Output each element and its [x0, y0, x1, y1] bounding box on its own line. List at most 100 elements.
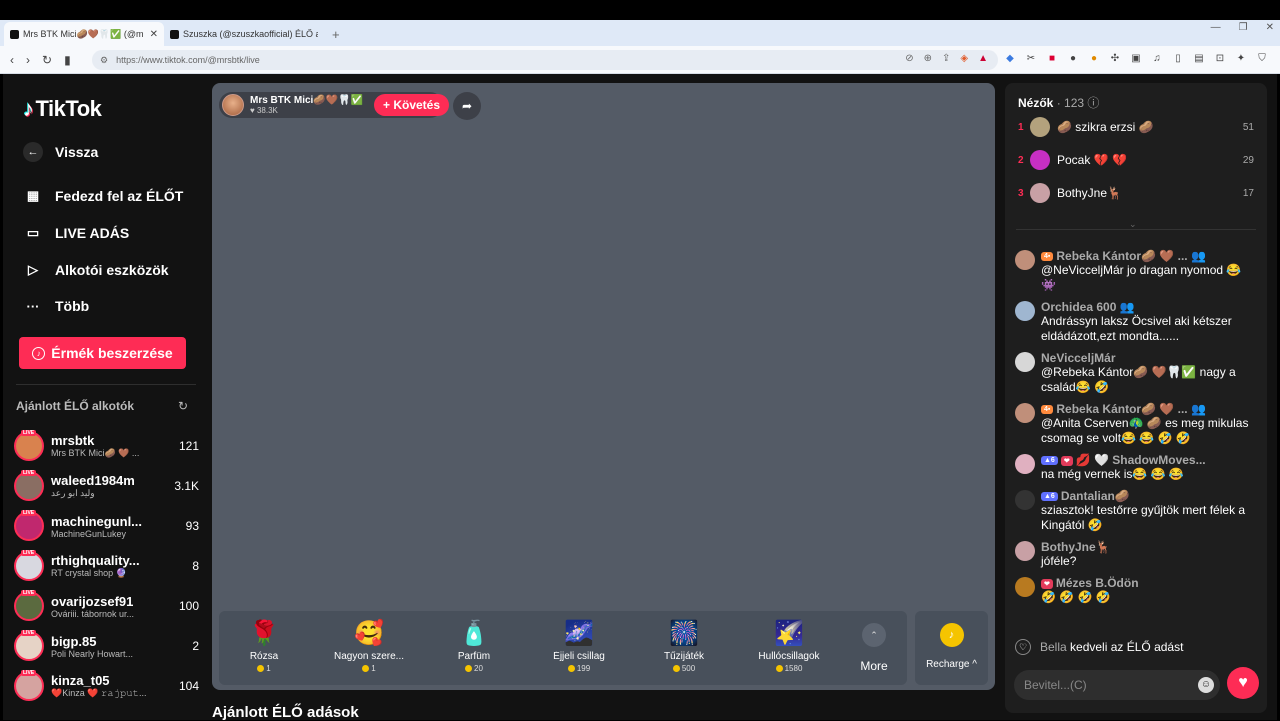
- chat-username[interactable]: ❤ Mézes B.Ödön: [1041, 576, 1259, 590]
- chat-avatar[interactable]: [1015, 541, 1035, 561]
- tiktok-logo[interactable]: ♪ TikTok: [23, 96, 102, 122]
- creator-subtitle: Poli Nearly Howart...: [51, 648, 134, 659]
- zoom-icon[interactable]: ⊕: [924, 53, 932, 64]
- chat-message[interactable]: NeVicceljMár @Rebeka Kántor🥔 🤎🦷✅ nagy a c…: [1015, 351, 1259, 395]
- chat-input[interactable]: Bevitel...(C) ☺: [1014, 670, 1220, 700]
- gift-item[interactable]: 🥰 Nagyon szere... 1: [324, 617, 414, 673]
- emoji-icon[interactable]: ☺: [1198, 677, 1214, 693]
- gift-item[interactable]: 🎆 Tűzijáték 500: [639, 617, 729, 673]
- recommended-creator-item[interactable]: LIVE machinegunl... MachineGunLukey 93: [14, 506, 199, 546]
- shield-icon[interactable]: ◈: [960, 53, 968, 64]
- recommended-creator-item[interactable]: LIVE waleed1984m وليد ابو رعد 3.1K: [14, 466, 199, 506]
- tiktok-page: ♪ TikTok ← Vissza ▦ Fedezd fel az ÉLŐT ▭…: [3, 74, 1277, 721]
- minimize-button[interactable]: —: [1211, 22, 1221, 33]
- nav-more[interactable]: ··· Több: [23, 296, 90, 316]
- forward-arrow-icon[interactable]: ›: [26, 53, 30, 67]
- chat-avatar[interactable]: [1015, 301, 1035, 321]
- extension-icon[interactable]: ✂: [1025, 53, 1037, 64]
- shield-icon[interactable]: ⛉: [1256, 53, 1268, 64]
- chat-avatar[interactable]: [1015, 250, 1035, 270]
- chat-message[interactable]: 4▪ Rebeka Kántor🥔 🤎 ... 👥 @Anita Cserven🦚 …: [1015, 402, 1259, 446]
- chat-message[interactable]: ▲6 ❤ 💋 🤍 ShadowMoves... na még vernek is😂 😂…: [1015, 453, 1259, 482]
- share-icon[interactable]: ⇪: [942, 53, 950, 64]
- browser-tab-active[interactable]: Mrs BTK Mici🥔🤎🦷✅ (@m ✕: [4, 22, 164, 46]
- liker-name[interactable]: Bella: [1040, 640, 1067, 654]
- share-icon[interactable]: ➦: [453, 92, 481, 120]
- info-icon[interactable]: ⓘ: [1087, 96, 1099, 110]
- extension-icon[interactable]: ⊡: [1214, 53, 1226, 64]
- more-gifts-button[interactable]: ⌃ More: [854, 623, 894, 673]
- chat-username[interactable]: 4▪ Rebeka Kántor🥔 🤎 ... 👥: [1041, 249, 1259, 263]
- recommended-creator-item[interactable]: LIVE rthighquality... RT crystal shop 🔮 8: [14, 546, 199, 586]
- extension-icon[interactable]: ●: [1088, 53, 1100, 64]
- host-info[interactable]: Mrs BTK Mici🥔🤎🦷✅ ♥ 38.3K + Követés: [219, 92, 449, 118]
- extension-icon[interactable]: ▣: [1130, 53, 1142, 64]
- recommended-creator-item[interactable]: LIVE mrsbtk Mrs BTK Mici🥔 🤎 ... 121: [14, 426, 199, 466]
- sparkle-icon[interactable]: ✦: [1235, 53, 1247, 64]
- wallet-icon[interactable]: ▤: [1193, 53, 1205, 64]
- top-viewer-row[interactable]: 1 🥔 szikra erzsi 🥔 51: [1018, 115, 1254, 139]
- reload-icon[interactable]: ↻: [42, 53, 52, 67]
- get-coins-button[interactable]: ♪ Érmék beszerzése: [19, 337, 186, 369]
- translate-icon[interactable]: ⊘: [905, 53, 913, 64]
- close-window-button[interactable]: ✕: [1266, 22, 1274, 33]
- chat-message[interactable]: BothyJne🦌 jóféle?: [1015, 540, 1259, 569]
- browser-tab[interactable]: Szuszka (@szuszkaofficial) ÉLŐ adás: [164, 22, 324, 46]
- viewer-name: Pocak 💔 💔: [1057, 153, 1127, 167]
- extension-icon[interactable]: ●: [1067, 53, 1079, 64]
- chat-avatar[interactable]: [1015, 403, 1035, 423]
- gift-item[interactable]: 🌠 Hullócsillagok 1580: [744, 617, 834, 673]
- music-icon[interactable]: ♫: [1151, 53, 1163, 64]
- chat-avatar[interactable]: [1015, 352, 1035, 372]
- top-viewer-row[interactable]: 3 BothyJne🦌 17: [1018, 181, 1254, 205]
- chat-username[interactable]: 4▪ Rebeka Kántor🥔 🤎 ... 👥: [1041, 402, 1259, 416]
- puzzle-icon[interactable]: ✣: [1109, 53, 1121, 64]
- follow-button[interactable]: + Követés: [374, 94, 449, 116]
- viewer-rank: 1: [1018, 121, 1024, 133]
- like-heart-button[interactable]: ♥: [1227, 667, 1259, 699]
- recommended-creator-item[interactable]: LIVE bigp.85 Poli Nearly Howart... 2: [14, 626, 199, 666]
- chat-avatar[interactable]: [1015, 490, 1035, 510]
- chat-username[interactable]: NeVicceljMár: [1041, 351, 1259, 365]
- chat-avatar[interactable]: [1015, 454, 1035, 474]
- recommended-creator-item[interactable]: LIVE kinza_t05 ❤️Kinza ❤️ 𝚛𝚊𝚓𝚙𝚞𝚝... 104: [14, 666, 199, 706]
- recharge-button[interactable]: ♪ Recharge ^: [915, 611, 988, 685]
- site-settings-icon[interactable]: ⚙: [100, 55, 108, 66]
- creator-avatar: LIVE: [14, 590, 44, 621]
- chat-username[interactable]: ▲6 ❤ 💋 🤍 ShadowMoves...: [1041, 453, 1259, 467]
- gift-item[interactable]: 🧴 Parfüm 20: [429, 617, 519, 673]
- chat-message[interactable]: 4▪ Rebeka Kántor🥔 🤎 ... 👥 @NeVicceljMár jo…: [1015, 249, 1259, 293]
- recommended-creator-item[interactable]: LIVE ovarijozsef91 Ováriii. tábornok ur...…: [14, 586, 199, 626]
- gift-price: 20: [429, 664, 519, 673]
- url-text: https://www.tiktok.com/@mrsbtk/live: [116, 55, 260, 65]
- new-tab-button[interactable]: +: [324, 22, 348, 46]
- chat-message[interactable]: ▲6 Dantalian🥔 sziasztok! testőrre gyűjtök …: [1015, 489, 1259, 533]
- nav-go-live[interactable]: ▭ LIVE ADÁS: [23, 223, 129, 243]
- back-button[interactable]: ← Vissza: [23, 142, 98, 162]
- gift-name: Nagyon szere...: [333, 651, 405, 662]
- gift-item[interactable]: 🌹 Rózsa 1: [219, 617, 309, 673]
- chat-username[interactable]: BothyJne🦌: [1041, 540, 1259, 554]
- gift-item[interactable]: 🌌 Éjjeli csillag 199: [534, 617, 624, 673]
- refresh-icon[interactable]: ↻: [178, 399, 188, 413]
- host-avatar[interactable]: [222, 94, 244, 116]
- alert-icon[interactable]: ▲: [978, 53, 988, 64]
- bookmark-icon[interactable]: ▮: [64, 53, 71, 67]
- nav-creator-tools[interactable]: ▷ Alkotói eszközök: [23, 260, 169, 280]
- sidebar-icon[interactable]: ▯: [1172, 53, 1184, 64]
- maximize-button[interactable]: ❐: [1239, 22, 1248, 33]
- chat-username[interactable]: Orchidea 600 👥: [1041, 300, 1259, 314]
- close-tab-icon[interactable]: ✕: [150, 29, 158, 40]
- extension-icon[interactable]: ■: [1046, 53, 1058, 64]
- top-viewer-row[interactable]: 2 Pocak 💔 💔 29: [1018, 148, 1254, 172]
- chat-message[interactable]: Orchidea 600 👥 Andrássyn laksz Öcsivel ak…: [1015, 300, 1259, 344]
- url-field[interactable]: ⚙ https://www.tiktok.com/@mrsbtk/live ⊘ …: [92, 50, 998, 70]
- extension-icon[interactable]: ◆: [1004, 53, 1016, 64]
- chat-message[interactable]: ❤ Mézes B.Ödön 🤣 🤣 🤣 🤣: [1015, 576, 1259, 605]
- back-arrow-icon[interactable]: ‹: [10, 53, 14, 67]
- gift-price: 1: [324, 664, 414, 673]
- gift-price-value: 20: [474, 664, 483, 673]
- nav-explore-live[interactable]: ▦ Fedezd fel az ÉLŐT: [23, 186, 184, 206]
- chat-username[interactable]: ▲6 Dantalian🥔: [1041, 489, 1259, 503]
- chat-avatar[interactable]: [1015, 577, 1035, 597]
